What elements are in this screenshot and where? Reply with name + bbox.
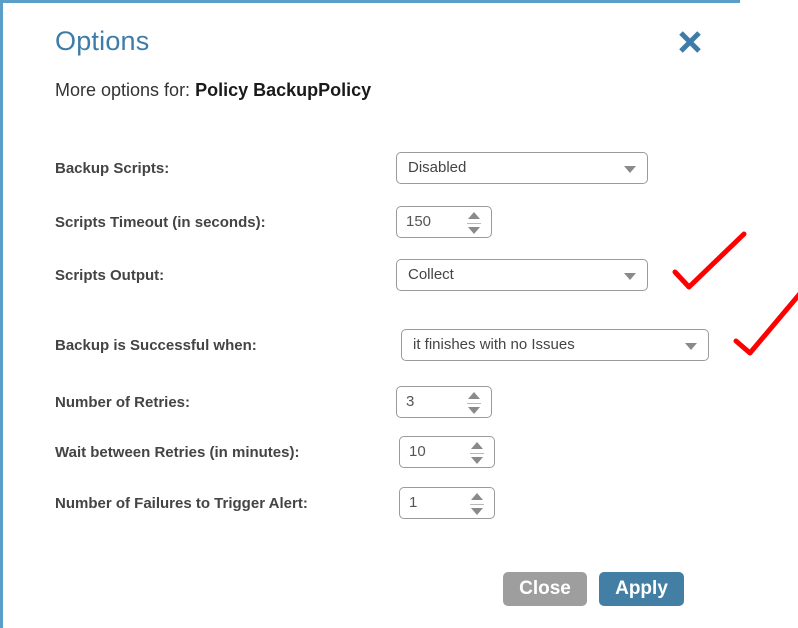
chevron-down-icon xyxy=(624,273,636,280)
backup-scripts-label: Backup Scripts: xyxy=(55,160,170,177)
wait-between-retries-label: Wait between Retries (in minutes): xyxy=(55,444,300,461)
dialog-top-border xyxy=(3,0,740,3)
scripts-output-selected-value: Collect xyxy=(408,266,454,283)
chevron-up-icon[interactable] xyxy=(468,212,480,219)
scripts-output-select[interactable]: Collect xyxy=(396,259,648,291)
scripts-timeout-value: 150 xyxy=(406,213,432,230)
chevron-down-icon[interactable] xyxy=(468,227,480,234)
scripts-output-label: Scripts Output: xyxy=(55,267,165,284)
backup-successful-when-select[interactable]: it finishes with no Issues xyxy=(401,329,709,361)
chevron-down-icon[interactable] xyxy=(468,407,480,414)
scripts-timeout-stepper[interactable]: 150 xyxy=(396,206,492,238)
close-button[interactable]: Close xyxy=(503,572,587,606)
number-of-failures-to-trigger-alert-value: 1 xyxy=(409,494,418,511)
chevron-up-icon[interactable] xyxy=(471,493,483,500)
spinner-divider xyxy=(470,504,484,505)
chevron-down-icon xyxy=(624,166,636,173)
spinner-divider xyxy=(467,403,481,404)
number-of-failures-to-trigger-alert-label: Number of Failures to Trigger Alert: xyxy=(55,495,308,512)
chevron-down-icon[interactable] xyxy=(471,457,483,464)
page-title: Options xyxy=(55,26,150,56)
wait-between-retries-stepper[interactable]: 10 xyxy=(399,436,495,468)
scripts-timeout-label: Scripts Timeout (in seconds): xyxy=(55,214,266,231)
backup-successful-when-selected-value: it finishes with no Issues xyxy=(413,336,575,353)
chevron-down-icon[interactable] xyxy=(471,508,483,515)
options-dialog: Options More options for: Policy BackupP… xyxy=(0,0,798,628)
spinner-divider xyxy=(467,223,481,224)
number-of-retries-value: 3 xyxy=(406,393,415,410)
chevron-up-icon[interactable] xyxy=(471,442,483,449)
apply-button[interactable]: Apply xyxy=(599,572,684,606)
wait-between-retries-value: 10 xyxy=(409,443,426,460)
backup-scripts-select[interactable]: Disabled xyxy=(396,152,648,184)
checkmark-scripts-output xyxy=(672,231,747,290)
scripts-timeout-spinner-arrows[interactable] xyxy=(467,211,481,235)
backup-successful-when-label: Backup is Successful when: xyxy=(55,337,257,354)
number-of-retries-label: Number of Retries: xyxy=(55,394,191,411)
number-of-failures-to-trigger-alert-spinner-arrows[interactable] xyxy=(470,492,484,516)
subtitle-target: Policy BackupPolicy xyxy=(195,80,372,100)
chevron-up-icon[interactable] xyxy=(468,392,480,399)
checkmark-backup-successful xyxy=(733,292,798,356)
chevron-down-icon xyxy=(685,343,697,350)
number-of-retries-spinner-arrows[interactable] xyxy=(467,391,481,415)
wait-between-retries-spinner-arrows[interactable] xyxy=(470,441,484,465)
close-icon[interactable] xyxy=(674,26,706,58)
spinner-divider xyxy=(470,453,484,454)
backup-scripts-selected-value: Disabled xyxy=(408,159,467,176)
number-of-retries-stepper[interactable]: 3 xyxy=(396,386,492,418)
dialog-subtitle: More options for: Policy BackupPolicy xyxy=(55,80,371,101)
number-of-failures-to-trigger-alert-stepper[interactable]: 1 xyxy=(399,487,495,519)
subtitle-prefix: More options for: xyxy=(55,80,191,100)
